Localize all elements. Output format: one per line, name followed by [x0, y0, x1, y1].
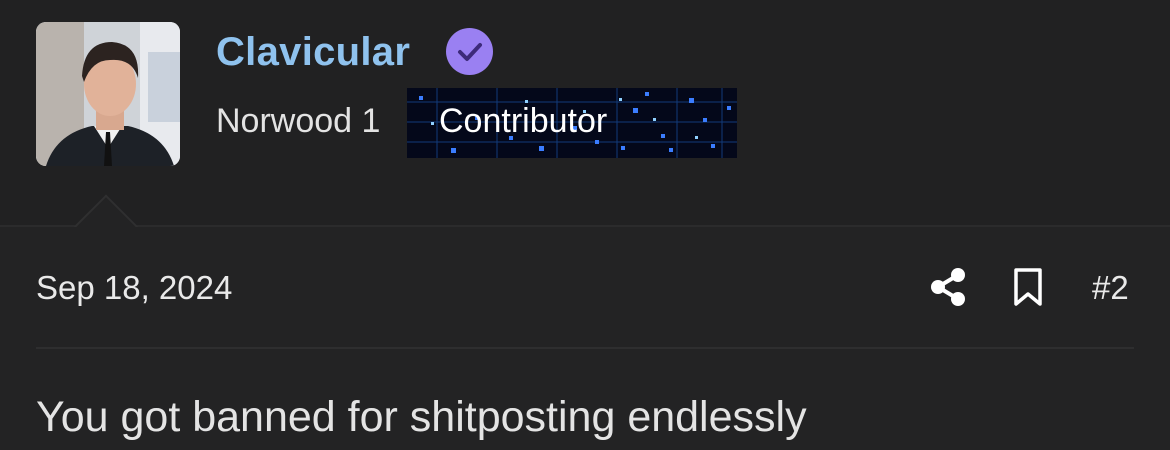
header-pointer: [72, 194, 138, 227]
contributor-badge: Contributor: [407, 88, 737, 158]
header-divider: [0, 225, 1170, 227]
share-icon[interactable]: [929, 267, 967, 312]
post-message: You got banned for shitposting endlessly: [36, 393, 807, 441]
bookmark-icon[interactable]: [1011, 267, 1045, 312]
content-divider: [36, 347, 1134, 349]
badge-label: Contributor: [439, 102, 608, 140]
verified-check-icon: [446, 28, 493, 75]
avatar[interactable]: [36, 22, 180, 166]
post-number[interactable]: #2: [1092, 269, 1129, 307]
post-date[interactable]: Sep 18, 2024: [36, 269, 232, 307]
username[interactable]: Clavicular: [216, 30, 410, 75]
user-tier: Norwood 1: [216, 102, 381, 140]
